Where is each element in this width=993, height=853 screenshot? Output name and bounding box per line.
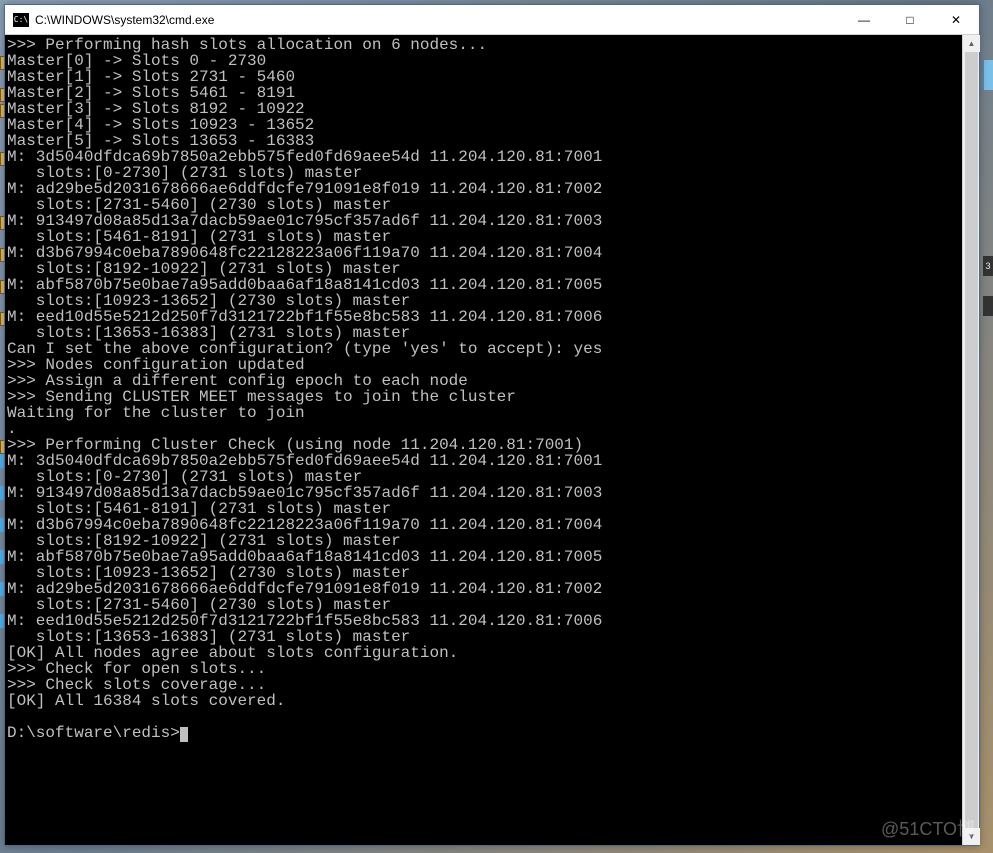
background-badge-2 — [983, 296, 993, 316]
scroll-up-button[interactable]: ▲ — [963, 35, 980, 52]
cmd-window: C:\ C:\WINDOWS\system32\cmd.exe — □ ✕ >>… — [4, 4, 980, 846]
scrollbar[interactable]: ▲ ▼ — [962, 35, 979, 845]
close-button[interactable]: ✕ — [933, 5, 979, 34]
minimize-button[interactable]: — — [841, 5, 887, 34]
scroll-thumb[interactable] — [965, 52, 978, 828]
window-title: C:\WINDOWS\system32\cmd.exe — [35, 13, 841, 27]
prompt: D:\software\redis> — [7, 724, 180, 742]
watermark: @51CTO博 — [881, 815, 975, 841]
console-output[interactable]: >>> Performing hash slots allocation on … — [5, 35, 962, 845]
titlebar[interactable]: C:\ C:\WINDOWS\system32\cmd.exe — □ ✕ — [5, 5, 979, 35]
maximize-button[interactable]: □ — [887, 5, 933, 34]
background-badge: 3 — [983, 256, 993, 276]
cursor — [180, 727, 188, 742]
cmd-icon: C:\ — [13, 13, 29, 27]
background-tooltip — [983, 60, 993, 90]
